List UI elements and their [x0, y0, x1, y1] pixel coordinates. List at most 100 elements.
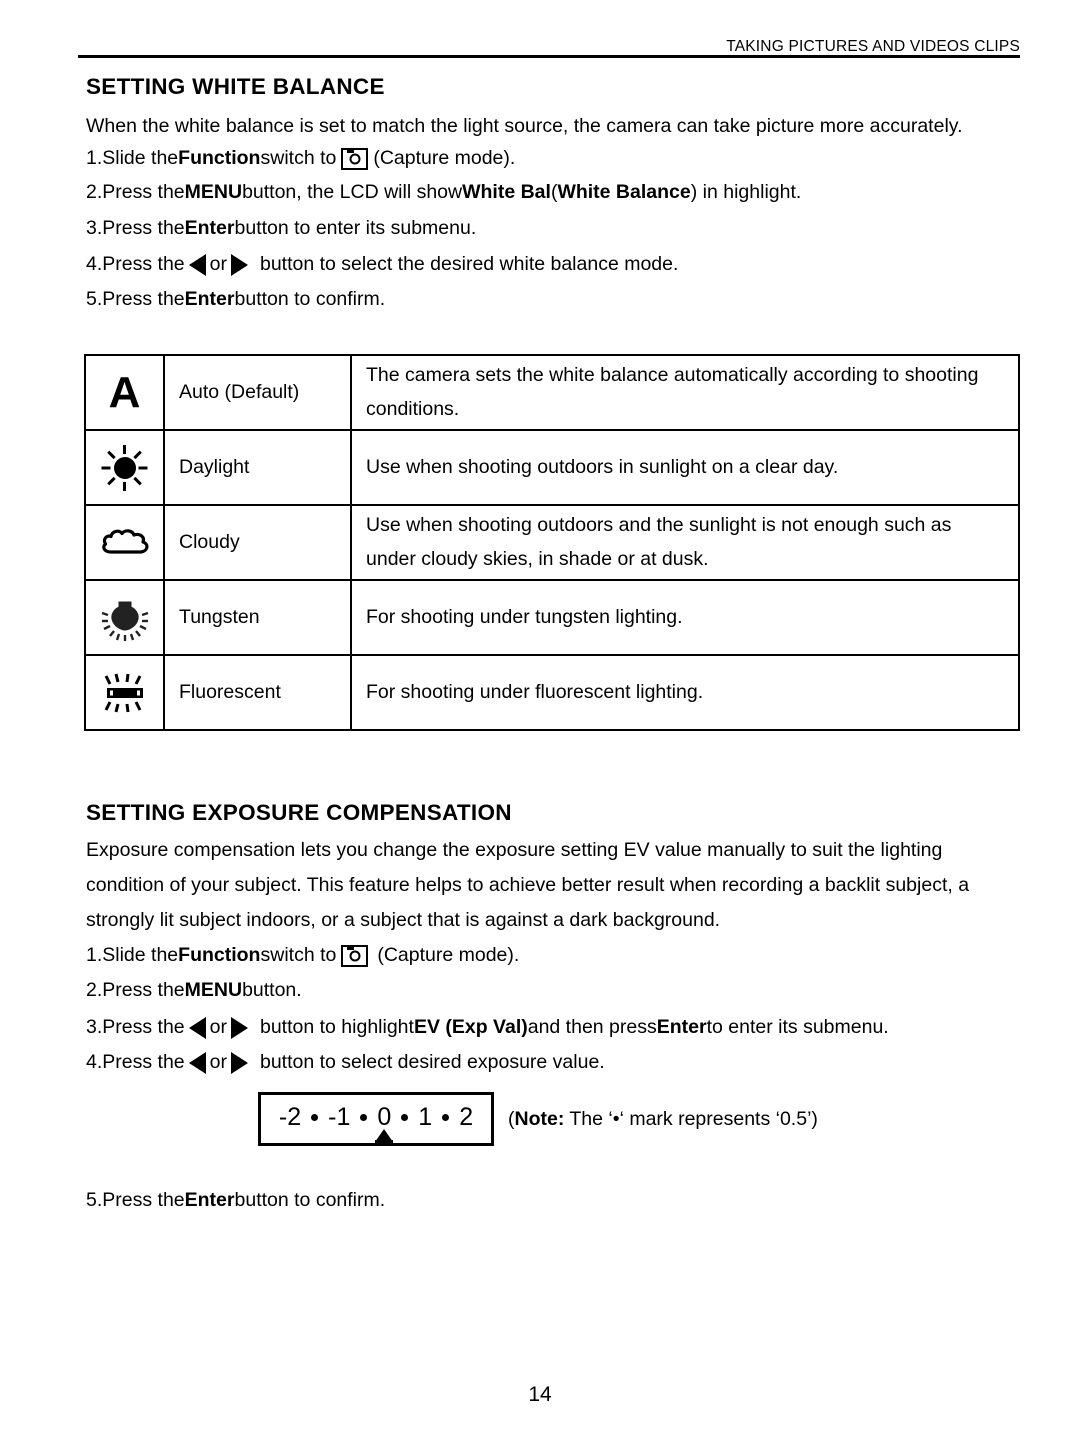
wb-row-fluorescent-desc-line1: For shooting under fluorescent lighting.: [366, 680, 704, 703]
ec-step-1: 1. Slide the Function switch to (Capture…: [86, 945, 519, 967]
ec-step-5-pre: Press the: [102, 1189, 185, 1211]
ec-step-1-pre: Slide the: [102, 944, 179, 967]
wb-row-cloudy-desc-line1: Use when shooting outdoors and the sunli…: [366, 514, 952, 537]
fluorescent-tube-icon-wrap: [86, 657, 163, 729]
ev-tick-plus2: 2: [459, 1103, 474, 1131]
letter-a-icon: A: [86, 357, 163, 429]
wb-step-2-pre: Press the: [102, 181, 185, 203]
ec-step-1-post: (Capture mode).: [377, 944, 520, 967]
exposure-paragraph-line-1: Exposure compensation lets you change th…: [86, 839, 943, 861]
sun-disc-icon: [113, 456, 136, 479]
arrow-left-icon: [188, 1052, 206, 1074]
arrow-left-icon: [188, 1017, 206, 1039]
wb-step-4-post: button to select the desired white balan…: [259, 253, 679, 276]
exposure-paragraph-line-2: condition of your subject. This feature …: [86, 874, 970, 896]
sun-ray-icon: [101, 466, 111, 469]
letter-a-glyph: A: [108, 367, 141, 417]
wb-row-auto-desc: The camera sets the white balance automa…: [350, 354, 1020, 431]
ec-step-2-number: 2.: [86, 979, 103, 1001]
wb-step-2-mid: button, the LCD will show: [242, 181, 463, 203]
wb-step-1-post: (Capture mode).: [373, 147, 516, 170]
sun-icon-wrap: [86, 432, 163, 504]
ec-step-4: 4. Press the or button to select desired…: [86, 1052, 605, 1074]
wb-row-cloudy-desc: Use when shooting outdoors and the sunli…: [350, 504, 1020, 581]
white-balance-modes-table: A Auto (Default) The camera sets the whi…: [84, 354, 1020, 731]
wb-row-tungsten-desc: For shooting under tungsten lighting.: [350, 579, 1020, 656]
capture-mode-camera-icon: [341, 148, 369, 170]
wb-step-4: 4. Press the or button to select the des…: [86, 254, 678, 276]
wb-row-daylight-desc-line1: Use when shooting outdoors in sunlight o…: [366, 455, 839, 478]
wb-step-4-mid: or: [209, 253, 227, 276]
wb-step-2-bold-menu: MENU: [184, 181, 243, 203]
table-row: A Auto (Default) The camera sets the whi…: [84, 354, 1020, 431]
ev-tick-zero-wrap: 0: [372, 1103, 396, 1145]
wb-row-tungsten-label: Tungsten: [163, 579, 352, 656]
exposure-paragraph-line-3: strongly lit subject indoors, or a subje…: [86, 909, 721, 931]
ev-note: (Note: The ‘•‘ mark represents ‘0.5’): [508, 1108, 818, 1131]
ev-tick-plus1: 1: [418, 1103, 433, 1131]
wb-step-1-bold-function: Function: [178, 147, 261, 170]
ev-note-bold-label: Note:: [514, 1108, 565, 1130]
wb-step-2: 2. Press the MENU button, the LCD will s…: [86, 181, 802, 203]
wb-step-3: 3. Press the Enter button to enter its s…: [86, 217, 477, 239]
wb-step-5-number: 5.: [86, 288, 103, 310]
ev-half-step-dot-icon: [401, 1114, 409, 1121]
wb-step-3-post: button to enter its submenu.: [234, 217, 477, 239]
camera-top-bump-icon: [347, 149, 355, 153]
ec-step-4-post: button to select desired exposure value.: [259, 1051, 605, 1074]
wb-row-daylight-icon-cell: [84, 429, 165, 506]
wb-row-auto-icon-cell: A: [84, 354, 165, 431]
ec-step-5-number: 5.: [86, 1189, 103, 1211]
cloud-icon-wrap: [86, 507, 163, 579]
ec-step-3-number: 3.: [86, 1016, 103, 1039]
sun-ray-icon: [133, 476, 142, 485]
wb-row-daylight-label: Daylight: [163, 429, 352, 506]
arrow-right-icon: [230, 1017, 248, 1039]
ev-tick-zero: 0: [377, 1103, 392, 1131]
ec-step-3-post2: and then press: [527, 1016, 657, 1039]
arrow-left-icon: [188, 254, 206, 276]
wb-step-5: 5. Press the Enter button to confirm.: [86, 288, 386, 310]
arrow-right-icon: [230, 254, 248, 276]
ec-step-5-bold-enter: Enter: [184, 1189, 235, 1211]
sun-ray-icon: [123, 444, 126, 454]
wb-row-auto-label: Auto (Default): [163, 354, 352, 431]
wb-step-2-post: ) in highlight.: [690, 181, 802, 203]
wb-row-cloudy-desc-line2: under cloudy skies, in shade or at dusk.: [366, 547, 709, 570]
ev-half-step-dot-icon: [442, 1114, 450, 1121]
ec-step-1-bold-function: Function: [178, 944, 261, 967]
ev-tick-minus2: -2: [278, 1103, 302, 1131]
wb-row-auto-desc-line2: conditions.: [366, 397, 460, 420]
ev-note-dot: •: [612, 1108, 620, 1130]
running-header-title: TAKING PICTURES AND VIDEOS CLIPS: [726, 38, 1020, 55]
ec-step-3-post3: to enter its submenu.: [706, 1016, 889, 1039]
cloud-icon: [101, 528, 148, 554]
wb-row-fluorescent-icon-cell: [84, 654, 165, 731]
camera-lens-icon: [349, 950, 361, 962]
wb-step-4-pre: Press the: [102, 253, 185, 276]
ec-step-4-number: 4.: [86, 1051, 103, 1074]
ec-step-2-bold-menu: MENU: [184, 979, 243, 1001]
table-row: Fluorescent For shooting under fluoresce…: [84, 654, 1020, 731]
document-page: TAKING PICTURES AND VIDEOS CLIPS SETTING…: [0, 0, 1080, 1451]
wb-step-5-bold-enter: Enter: [184, 288, 235, 310]
arrow-right-icon: [230, 1052, 248, 1074]
wb-row-cloudy-icon-cell: [84, 504, 165, 581]
wb-step-1-number: 1.: [86, 147, 103, 170]
sun-ray-icon: [123, 481, 126, 491]
ev-note-text-before: The ‘: [564, 1108, 613, 1130]
wb-row-cloudy-label: Cloudy: [163, 504, 352, 581]
wb-step-5-pre: Press the: [102, 288, 185, 310]
ev-half-step-dot-icon: [360, 1114, 368, 1121]
wb-step-1-mid: switch to: [260, 147, 337, 170]
table-row: Daylight Use when shooting outdoors in s…: [84, 429, 1020, 506]
ev-half-step-dot-icon: [311, 1114, 319, 1121]
ec-step-3-bold-ev: EV (Exp Val): [413, 1016, 528, 1039]
ev-note-text-after: ‘ mark represents ‘0.5’): [619, 1108, 818, 1130]
wb-step-3-pre: Press the: [102, 217, 185, 239]
wb-step-2-bold-white-balance: White Balance: [557, 181, 691, 203]
wb-step-5-post: button to confirm.: [234, 288, 386, 310]
wb-row-auto-desc-line1: The camera sets the white balance automa…: [366, 364, 979, 387]
sun-ray-icon: [133, 450, 142, 459]
table-row: Cloudy Use when shooting outdoors and th…: [84, 504, 1020, 581]
